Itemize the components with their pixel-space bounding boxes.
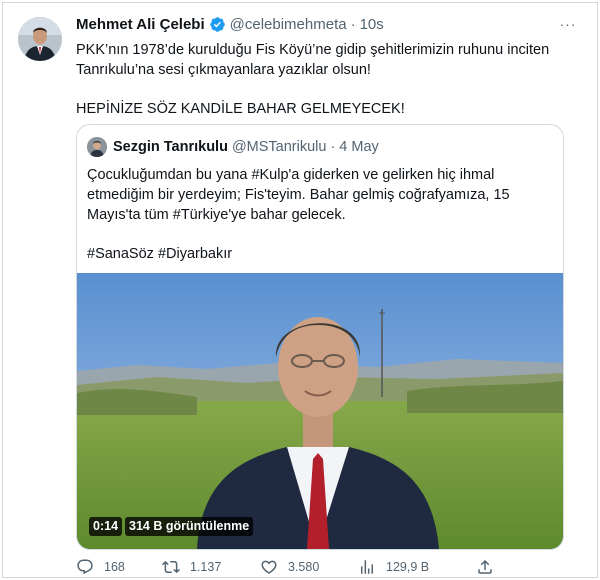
quoted-tweet-header: Sezgin Tanrıkulu @MSTanrikulu · 4 May bbox=[87, 137, 379, 157]
share-icon bbox=[478, 559, 492, 574]
quoted-header-separator: · bbox=[330, 139, 336, 155]
header-separator: · bbox=[350, 15, 356, 33]
like-button[interactable]: 3.580 bbox=[260, 558, 319, 576]
quoted-text-hashtags: #SanaSöz #Diyarbakır bbox=[87, 246, 233, 262]
quoted-author-handle: @MSTanrikulu bbox=[231, 139, 327, 155]
tweet-text-paragraph-2: HEPİNİZE SÖZ KANDİLE BAHAR GELMEYECEK! bbox=[76, 101, 405, 117]
tweet-timestamp[interactable]: 10s bbox=[360, 16, 384, 33]
retweet-count: 1.137 bbox=[190, 560, 222, 574]
video-badges: 0:14 314 B görüntülenme bbox=[89, 517, 254, 536]
reply-count: 168 bbox=[104, 560, 125, 574]
video-thumbnail bbox=[77, 273, 563, 549]
views-icon bbox=[361, 560, 373, 574]
views-button[interactable]: 129,9 B bbox=[358, 558, 429, 576]
quoted-tweet[interactable]: Sezgin Tanrıkulu @MSTanrikulu · 4 May Ço… bbox=[76, 124, 564, 550]
author-avatar[interactable] bbox=[18, 17, 62, 61]
like-icon bbox=[261, 560, 277, 574]
quoted-text-paragraph-1: Çocukluğumdan bu yana #Kulp'a giderken v… bbox=[87, 167, 510, 223]
tweet-actions: 168 1.137 3.580 129,9 B bbox=[76, 556, 586, 580]
video-player[interactable]: 0:14 314 B görüntülenme bbox=[77, 273, 563, 549]
verified-badge-icon bbox=[209, 16, 225, 32]
quoted-tweet-text: Çocukluğumdan bu yana #Kulp'a giderken v… bbox=[87, 165, 547, 264]
retweet-icon bbox=[162, 560, 180, 574]
reply-icon bbox=[77, 559, 93, 575]
video-duration: 0:14 bbox=[89, 517, 123, 536]
tweet-header: Mehmet Ali Çelebi @celebimehmeta · 10s ·… bbox=[76, 14, 580, 34]
share-button[interactable] bbox=[476, 558, 494, 576]
view-count: 129,9 B bbox=[386, 560, 430, 574]
reply-button[interactable]: 168 bbox=[76, 558, 125, 576]
quoted-tweet-timestamp: 4 May bbox=[339, 139, 379, 155]
author-handle[interactable]: @celebimehmeta bbox=[230, 16, 347, 33]
quoted-author-avatar[interactable] bbox=[87, 137, 107, 157]
more-icon[interactable]: ··· bbox=[556, 14, 580, 34]
retweet-button[interactable]: 1.137 bbox=[162, 558, 221, 576]
quoted-author-name: Sezgin Tanrıkulu bbox=[113, 139, 228, 155]
author-name[interactable]: Mehmet Ali Çelebi bbox=[76, 16, 205, 33]
video-view-count: 314 B görüntülenme bbox=[125, 517, 254, 536]
tweet-text-paragraph-1: PKK’nın 1978’de kurulduğu Fis Köyü’ne gi… bbox=[76, 42, 550, 78]
like-count: 3.580 bbox=[288, 560, 320, 574]
tweet-text: PKK’nın 1978’de kurulduğu Fis Köyü’ne gi… bbox=[76, 40, 576, 119]
